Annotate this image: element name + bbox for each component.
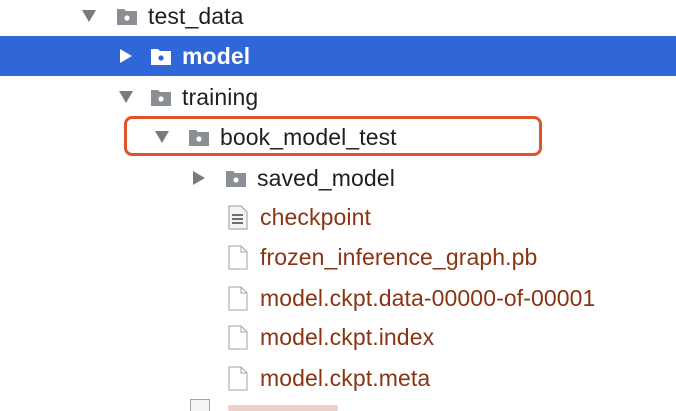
tree-item-label: book_model_test xyxy=(220,123,397,150)
tree-item-model[interactable]: model xyxy=(0,36,676,76)
tree-item-saved-model[interactable]: saved_model xyxy=(0,158,676,198)
folder-icon xyxy=(150,47,172,66)
tree-item-model-ckpt-index[interactable]: model.ckpt.index xyxy=(0,317,676,357)
tree-item-label: frozen_inference_graph.pb xyxy=(260,243,538,270)
tree-item-partial[interactable] xyxy=(190,399,350,411)
tree-item-test-data[interactable]: test_data xyxy=(0,0,676,36)
tree-item-label: model xyxy=(182,42,251,69)
tree-item-label: model.ckpt.index xyxy=(260,323,435,350)
tree-item-training[interactable]: training xyxy=(0,77,676,117)
file-icon xyxy=(228,366,248,391)
project-file-tree: test_data model training book_model_test xyxy=(0,0,676,411)
tree-item-book-model-test[interactable]: book_model_test xyxy=(0,117,676,157)
tree-item-checkpoint[interactable]: checkpoint xyxy=(0,197,676,237)
expand-arrow-icon[interactable] xyxy=(117,88,135,106)
file-icon xyxy=(190,399,210,411)
tree-item-model-ckpt-meta[interactable]: model.ckpt.meta xyxy=(0,358,676,398)
tree-item-label: saved_model xyxy=(257,164,395,191)
expand-arrow-icon[interactable] xyxy=(80,7,98,25)
tree-item-label: model.ckpt.data-00000-of-00001 xyxy=(260,284,596,311)
tree-item-model-ckpt-data[interactable]: model.ckpt.data-00000-of-00001 xyxy=(0,278,676,318)
file-icon xyxy=(228,325,248,350)
collapsed-arrow-icon[interactable] xyxy=(190,169,208,187)
folder-icon xyxy=(116,7,138,26)
file-icon xyxy=(228,245,248,270)
folder-icon xyxy=(188,128,210,147)
tree-item-frozen-inference-graph[interactable]: frozen_inference_graph.pb xyxy=(0,237,676,277)
text-file-icon xyxy=(228,205,248,230)
tree-item-label: test_data xyxy=(148,2,244,29)
partial-label-fragment xyxy=(228,405,338,411)
tree-item-label: checkpoint xyxy=(260,203,371,230)
folder-icon xyxy=(225,169,247,188)
file-icon xyxy=(228,286,248,311)
folder-icon xyxy=(150,88,172,107)
expand-arrow-icon[interactable] xyxy=(153,128,171,146)
collapsed-arrow-icon[interactable] xyxy=(117,47,135,65)
tree-item-label: training xyxy=(182,83,259,110)
tree-item-label: model.ckpt.meta xyxy=(260,364,431,391)
